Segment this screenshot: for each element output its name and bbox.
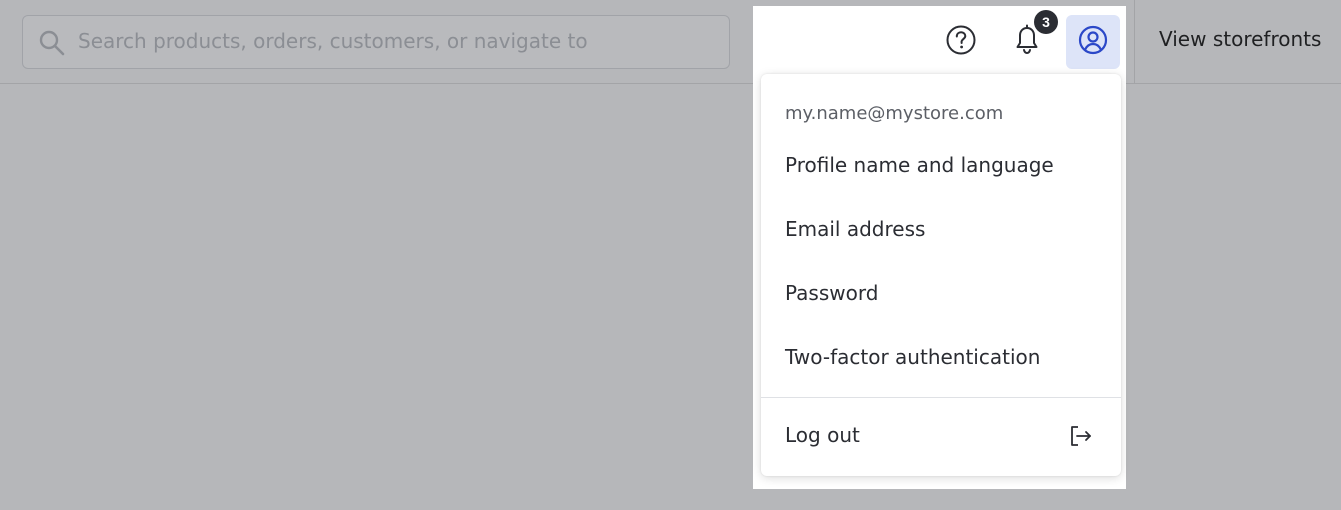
- menu-item-email-address[interactable]: Email address: [785, 217, 925, 241]
- logout-label: Log out: [785, 423, 860, 447]
- logout-button[interactable]: Log out: [761, 398, 1121, 476]
- search-input[interactable]: Search products, orders, customers, or n…: [78, 29, 588, 53]
- divider: [1134, 0, 1135, 84]
- menu-item-password[interactable]: Password: [785, 281, 878, 305]
- search-icon: [37, 28, 67, 58]
- menu-item-profile-name-language[interactable]: Profile name and language: [785, 153, 1054, 177]
- view-storefronts-button[interactable]: View storefronts: [1159, 27, 1321, 51]
- search-bar[interactable]: Search products, orders, customers, or n…: [22, 15, 730, 69]
- profile-button[interactable]: [1066, 15, 1120, 69]
- top-bar: Search products, orders, customers, or n…: [0, 0, 1341, 84]
- account-dropdown-menu: my.name@mystore.com Profile name and lan…: [761, 74, 1121, 476]
- user-circle-icon: [1077, 24, 1109, 60]
- account-email: my.name@mystore.com: [785, 103, 1004, 124]
- notification-count-badge: 3: [1034, 10, 1058, 34]
- header-actions-panel: 3 my.name@mystore.com Profile name and l…: [753, 6, 1126, 489]
- help-button[interactable]: [934, 15, 988, 69]
- menu-item-two-factor-auth[interactable]: Two-factor authentication: [785, 345, 1040, 369]
- logout-icon: [1069, 424, 1093, 448]
- help-circle-icon: [945, 24, 977, 60]
